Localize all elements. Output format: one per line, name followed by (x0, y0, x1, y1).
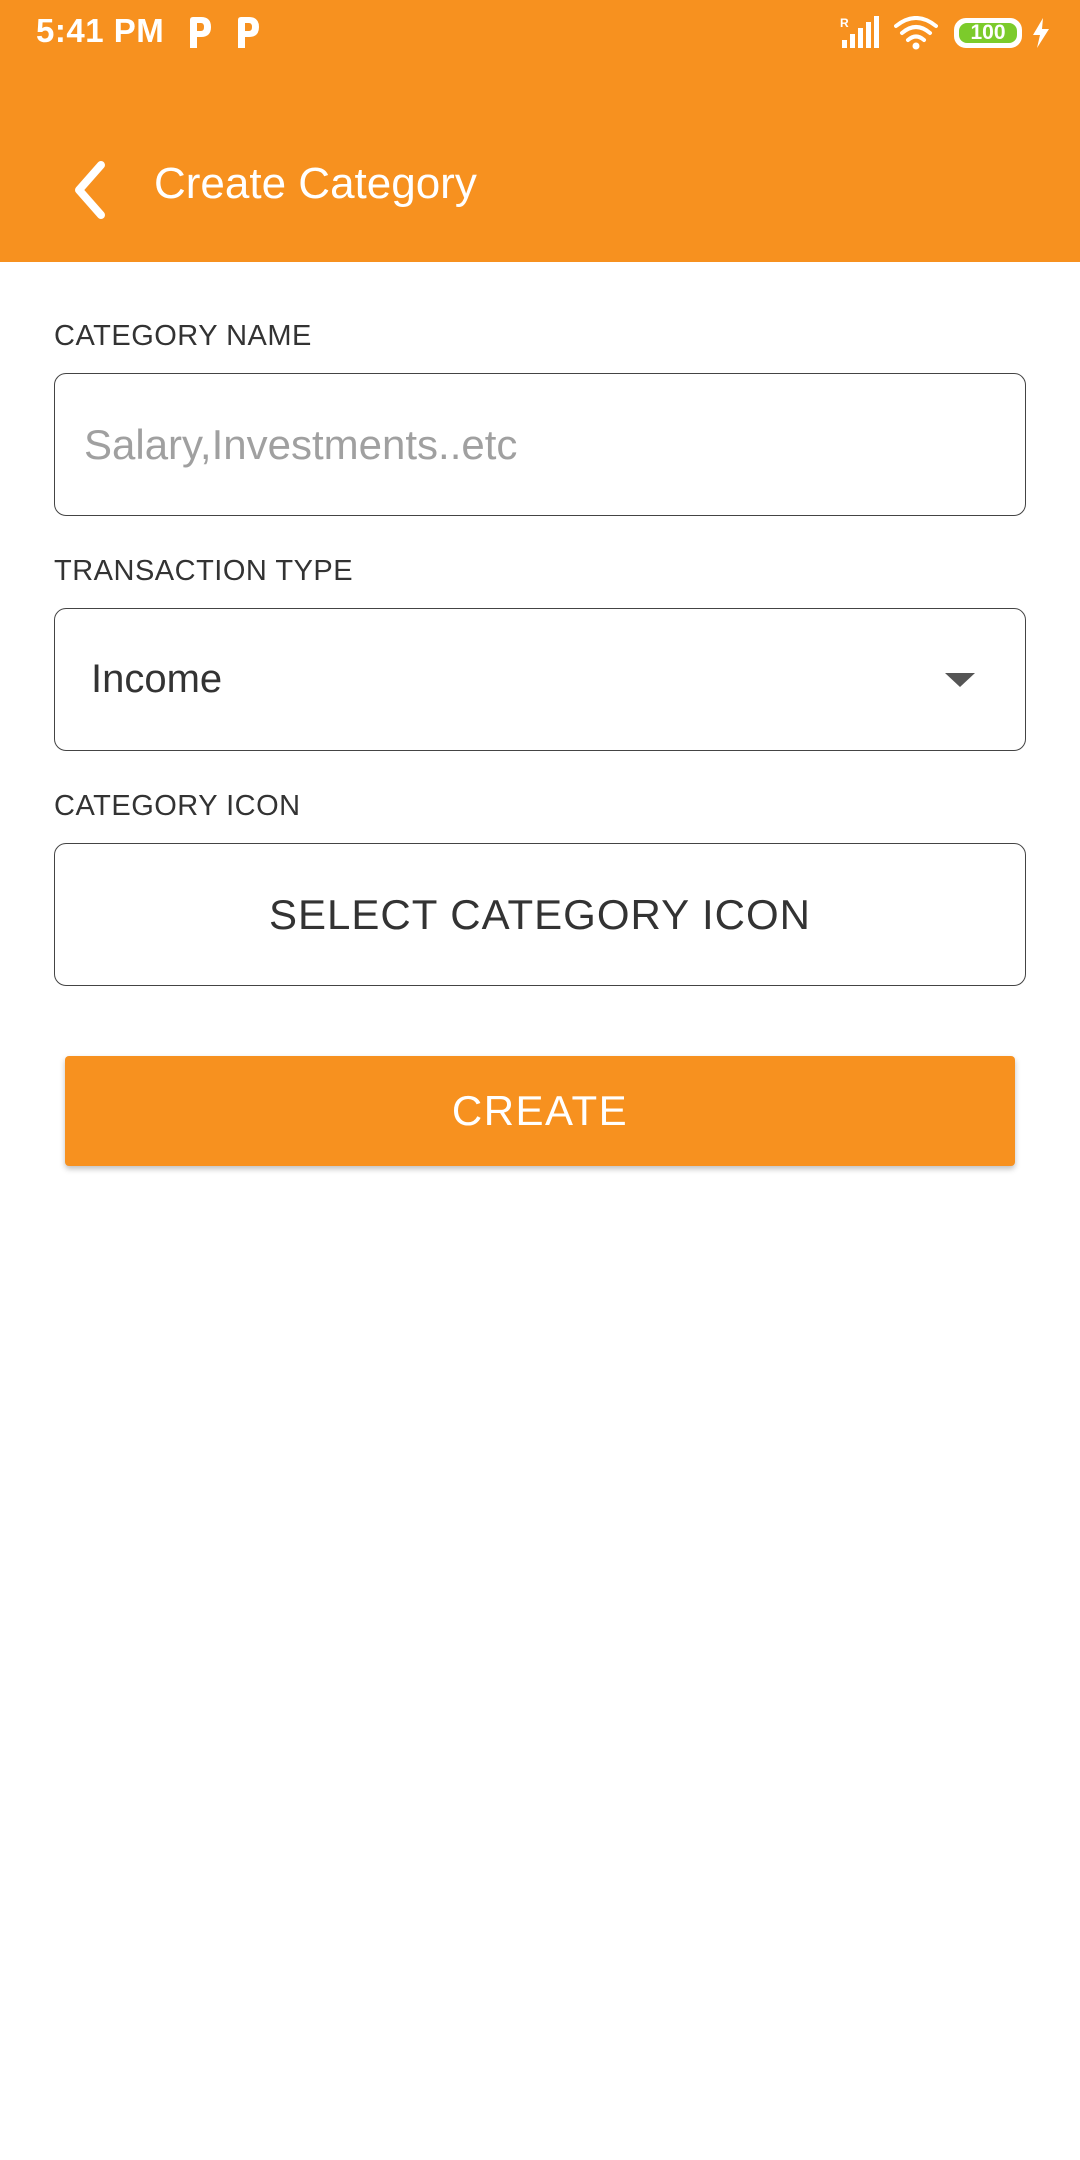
transaction-type-label: TRANSACTION TYPE (54, 555, 354, 587)
charging-bolt-icon (1033, 18, 1049, 48)
signal-roaming-icon: R (840, 16, 879, 48)
chevron-left-icon (75, 161, 105, 219)
svg-text:R: R (840, 16, 849, 30)
status-bar: 5:41 PM R 100 (0, 0, 1080, 66)
create-button[interactable]: CREATE (65, 1056, 1015, 1166)
battery-level: 100 (970, 21, 1006, 44)
battery-indicator: 100 (954, 18, 1022, 48)
parking-p-icon (238, 17, 259, 48)
select-category-icon-label: SELECT CATEGORY ICON (268, 890, 812, 938)
category-name-label: CATEGORY NAME (54, 320, 312, 352)
parking-p-icon (190, 17, 211, 48)
page-title: Create Category (154, 159, 477, 208)
transaction-type-select[interactable]: Income (54, 608, 1026, 751)
dropdown-arrow-icon (945, 673, 975, 687)
status-time: 5:41 PM (36, 12, 165, 49)
back-button[interactable] (56, 150, 122, 230)
transaction-type-value: Income (91, 657, 223, 701)
app-bar: 5:41 PM R 100 Create Category (0, 0, 1080, 262)
category-icon-label: CATEGORY ICON (54, 790, 301, 822)
select-category-icon-button[interactable]: SELECT CATEGORY ICON (54, 843, 1026, 986)
category-name-field[interactable] (54, 373, 1026, 516)
wifi-icon (894, 16, 938, 50)
category-name-input[interactable] (56, 375, 1024, 514)
